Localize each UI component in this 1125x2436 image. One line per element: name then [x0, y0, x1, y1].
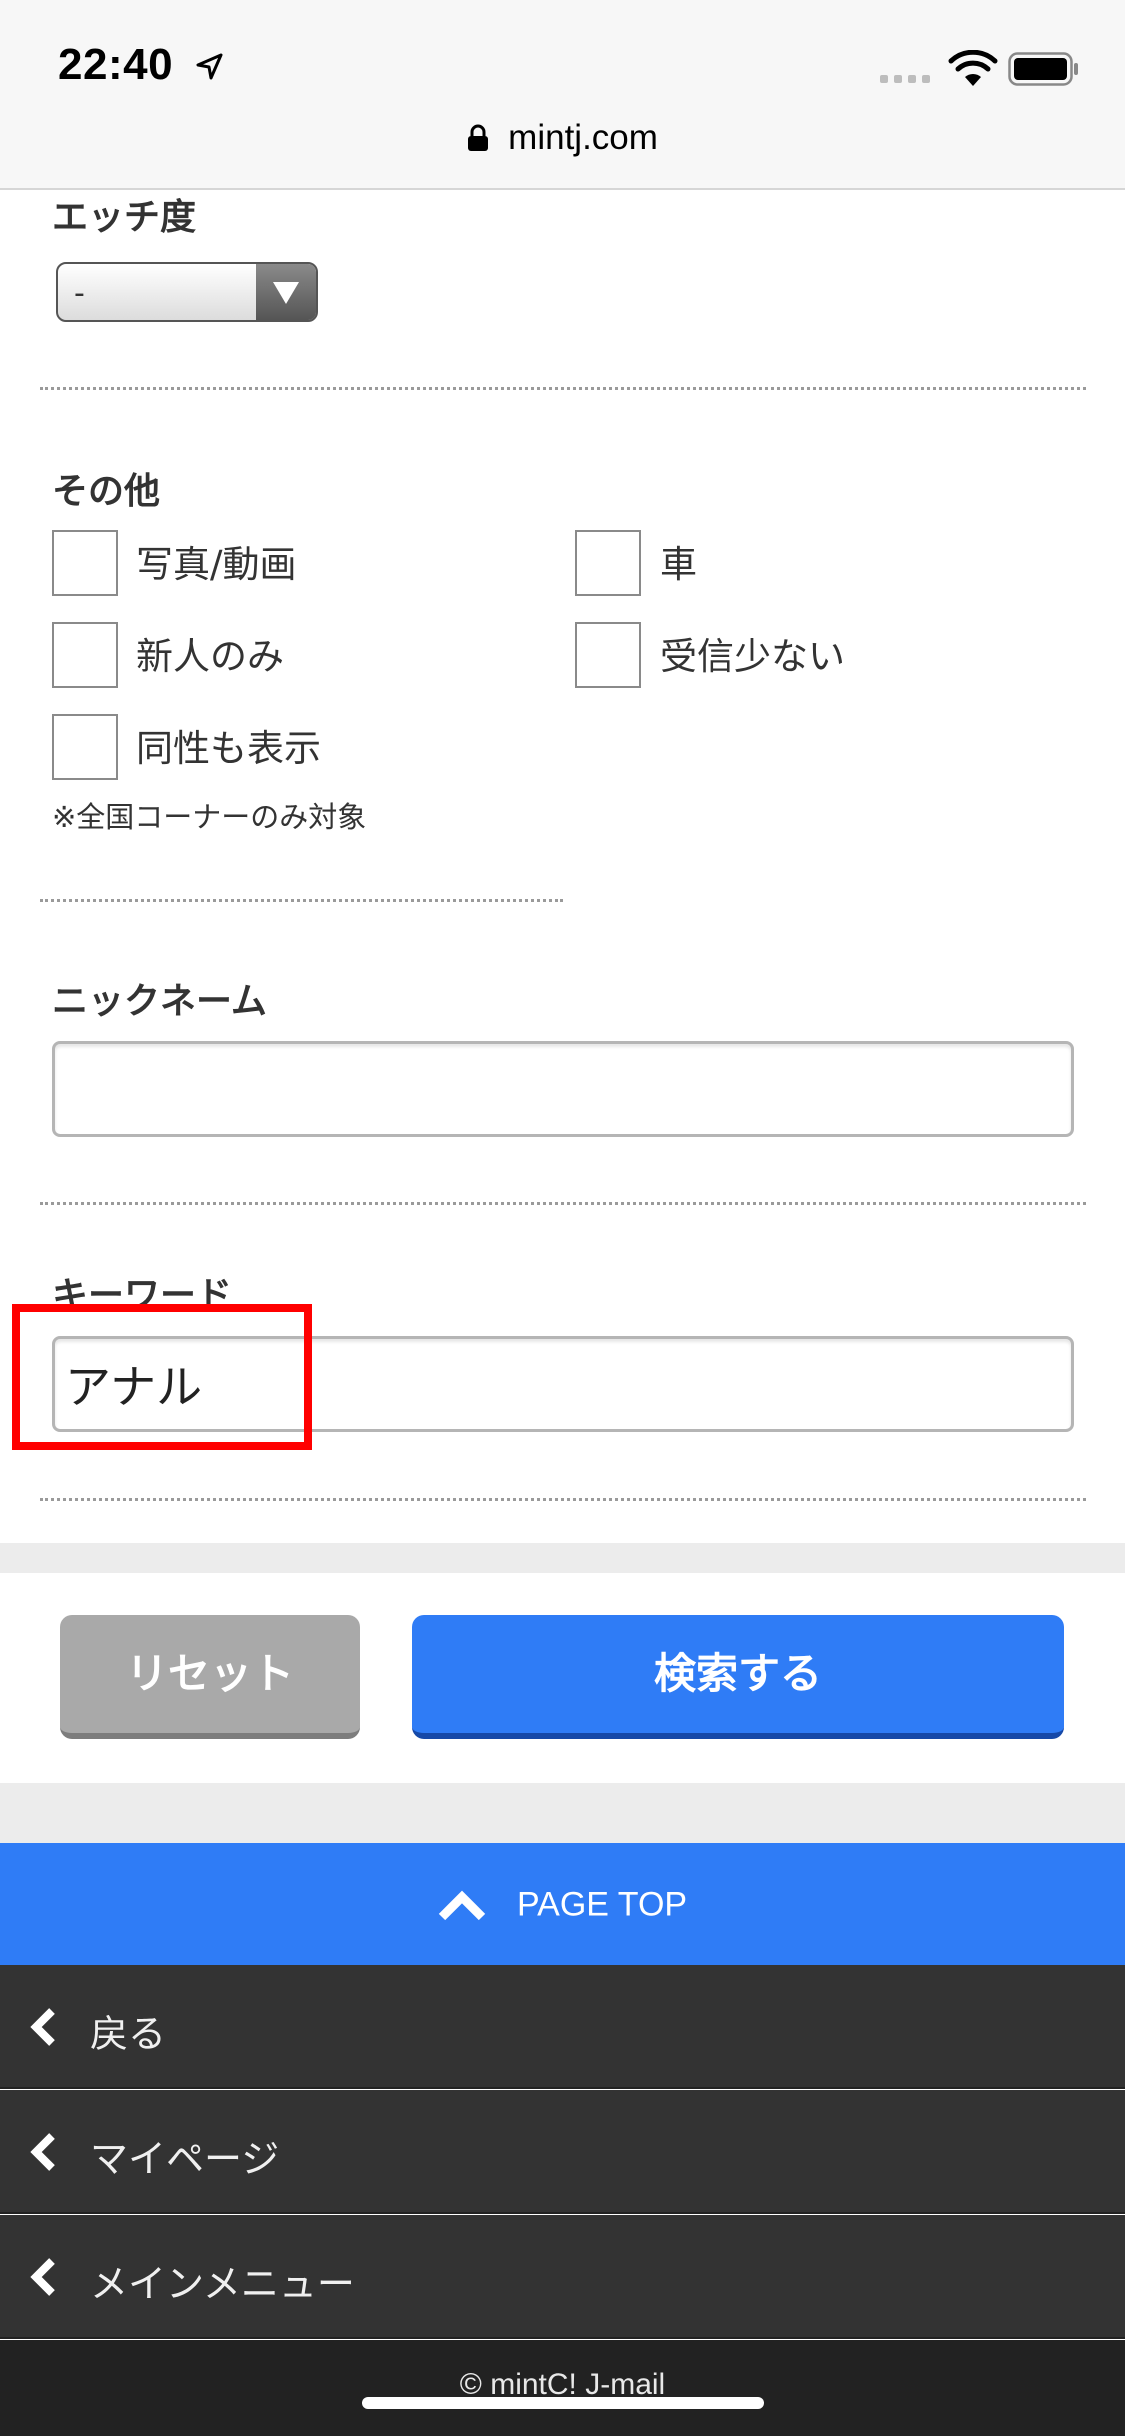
nav-item-back[interactable]: 戻る — [0, 1965, 1125, 2089]
h-level-label: エッチ度 — [52, 197, 197, 238]
checkbox-label-show-same-sex: 同性も表示 — [136, 727, 321, 770]
triangle-down-icon — [273, 282, 299, 304]
section-separator — [0, 1783, 1125, 1843]
other-label: その他 — [52, 471, 161, 512]
checkbox-car[interactable] — [575, 530, 641, 596]
section-divider — [40, 1202, 1086, 1205]
page-top-button[interactable]: PAGE TOP — [0, 1843, 1125, 1965]
checkbox-photo-video[interactable] — [52, 530, 118, 596]
checkbox-show-same-sex[interactable] — [52, 714, 118, 780]
lock-icon — [468, 124, 489, 151]
nickname-label: ニックネーム — [52, 981, 267, 1022]
nav-item-main-menu[interactable]: メインメニュー — [0, 2215, 1125, 2339]
reset-button[interactable]: リセット — [60, 1615, 360, 1739]
checkbox-label-few-received: 受信少ない — [660, 635, 845, 678]
nationwide-note: ※全国コーナーのみ対象 — [52, 800, 367, 834]
address-bar[interactable]: mintj.com — [0, 118, 1125, 158]
status-time: 22:40 — [58, 40, 174, 89]
section-divider — [40, 899, 563, 902]
nav-label-back: 戻る — [90, 2012, 167, 2056]
browser-status-bar: 22:40 mintj.com — [0, 0, 1125, 190]
home-indicator[interactable] — [362, 2397, 764, 2409]
section-divider — [40, 387, 1086, 390]
section-divider — [40, 1498, 1086, 1501]
h-level-select[interactable]: - — [56, 262, 318, 322]
page-top-label: PAGE TOP — [517, 1885, 688, 1924]
cellular-signal-icon — [880, 75, 930, 83]
footer: © mintC! J-mail — [0, 2340, 1125, 2436]
checkbox-label-newcomer-only: 新人のみ — [136, 635, 284, 678]
chevron-left-icon — [30, 2133, 55, 2171]
search-button[interactable]: 検索する — [412, 1615, 1064, 1739]
location-arrow-icon — [196, 53, 223, 80]
url-text: mintj.com — [508, 118, 658, 157]
checkbox-label-car: 車 — [660, 543, 697, 586]
highlight-annotation-box — [12, 1304, 312, 1450]
checkbox-label-photo-video: 写真/動画 — [136, 543, 297, 586]
wifi-icon — [948, 50, 998, 86]
chevron-left-icon — [30, 2008, 55, 2046]
nav-label-my-page: マイページ — [90, 2137, 280, 2181]
select-arrow — [256, 264, 316, 320]
chevron-up-icon — [438, 1890, 486, 1920]
section-separator — [0, 1543, 1125, 1573]
h-level-selected-value: - — [74, 276, 85, 311]
checkbox-newcomer-only[interactable] — [52, 622, 118, 688]
chevron-left-icon — [30, 2258, 55, 2296]
nav-label-main-menu: メインメニュー — [90, 2262, 355, 2306]
checkbox-few-received[interactable] — [575, 622, 641, 688]
battery-icon — [1008, 52, 1078, 86]
nickname-input[interactable] — [52, 1041, 1074, 1137]
nav-item-my-page[interactable]: マイページ — [0, 2090, 1125, 2214]
